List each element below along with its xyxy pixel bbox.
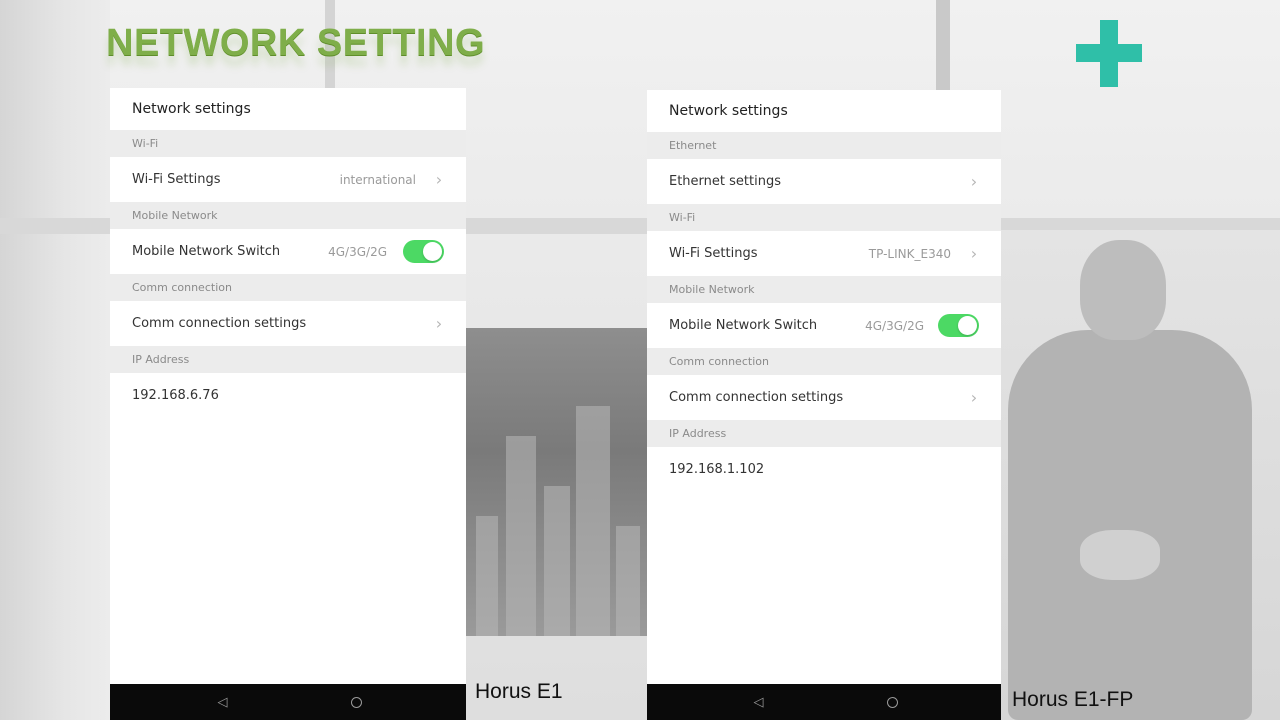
- phone-screen-horus-e1-fp: Network settings Ethernet Ethernet setti…: [647, 90, 1001, 720]
- chevron-right-icon: ›: [435, 314, 443, 333]
- section-header-wifi: Wi-Fi: [110, 130, 466, 157]
- toggle-knob: [958, 316, 977, 335]
- screen-title: Network settings: [132, 101, 251, 117]
- background-businessman-hands: [1080, 530, 1160, 580]
- wifi-settings-label: Wi-Fi Settings: [669, 246, 758, 261]
- wifi-settings-value: TP-LINK_E340: [868, 246, 951, 261]
- background-businessman-figure: [1008, 330, 1252, 720]
- background-businessman-head: [1080, 240, 1166, 340]
- android-nav-bar: ◁: [647, 684, 1001, 720]
- section-header-mobile-network: Mobile Network: [110, 202, 466, 229]
- plus-logo-icon: [1076, 20, 1142, 87]
- mobile-network-toggle[interactable]: [403, 240, 444, 263]
- mobile-network-switch-label: Mobile Network Switch: [132, 244, 281, 259]
- mobile-network-mode-value: 4G/3G/2G: [865, 318, 924, 333]
- mobile-network-mode-value: 4G/3G/2G: [328, 244, 387, 259]
- page-title: NETWORK SETTING: [106, 22, 486, 64]
- mobile-network-switch-row: Mobile Network Switch 4G/3G/2G: [110, 229, 466, 274]
- phone-screen-horus-e1: Network settings Wi-Fi Wi-Fi Settings in…: [110, 88, 466, 720]
- mobile-network-switch-label: Mobile Network Switch: [669, 318, 818, 333]
- ethernet-settings-row[interactable]: Ethernet settings ›: [647, 159, 1001, 204]
- mobile-network-switch-row: Mobile Network Switch 4G/3G/2G: [647, 303, 1001, 348]
- chevron-right-icon: ›: [970, 244, 978, 263]
- comm-connection-settings-row[interactable]: Comm connection settings ›: [647, 375, 1001, 420]
- chevron-right-icon: ›: [970, 172, 978, 191]
- ip-address-value: 192.168.1.102: [669, 462, 765, 477]
- comm-connection-settings-row[interactable]: Comm connection settings ›: [110, 301, 466, 346]
- ethernet-settings-label: Ethernet settings: [669, 174, 781, 189]
- comm-connection-settings-label: Comm connection settings: [132, 316, 307, 331]
- back-icon[interactable]: ◁: [751, 695, 767, 710]
- device-caption-horus-e1: Horus E1: [475, 680, 563, 703]
- section-header-wifi: Wi-Fi: [647, 204, 1001, 231]
- background-pillar: [936, 0, 950, 90]
- wifi-settings-row[interactable]: Wi-Fi Settings TP-LINK_E340 ›: [647, 231, 1001, 276]
- chevron-right-icon: ›: [970, 388, 978, 407]
- home-icon[interactable]: [350, 696, 362, 708]
- wifi-settings-row[interactable]: Wi-Fi Settings international ›: [110, 157, 466, 202]
- back-icon[interactable]: ◁: [215, 695, 231, 710]
- section-header-comm-connection: Comm connection: [647, 348, 1001, 375]
- chevron-right-icon: ›: [435, 170, 443, 189]
- ip-address-value: 192.168.6.76: [132, 388, 219, 403]
- wifi-settings-value: international: [339, 172, 416, 187]
- section-header-mobile-network: Mobile Network: [647, 276, 1001, 303]
- section-header-comm-connection: Comm connection: [110, 274, 466, 301]
- toggle-knob: [423, 242, 442, 261]
- section-header-ip-address: IP Address: [110, 346, 466, 373]
- comm-connection-settings-label: Comm connection settings: [669, 390, 844, 405]
- section-header-ip-address: IP Address: [647, 420, 1001, 447]
- android-nav-bar: ◁: [110, 684, 466, 720]
- screen-title: Network settings: [669, 103, 788, 119]
- device-caption-horus-e1-fp: Horus E1-FP: [1012, 688, 1134, 711]
- section-header-ethernet: Ethernet: [647, 132, 1001, 159]
- wifi-settings-label: Wi-Fi Settings: [132, 172, 221, 187]
- background-city-image: [466, 328, 647, 636]
- mobile-network-toggle[interactable]: [938, 314, 979, 337]
- background-left: [0, 0, 110, 720]
- home-icon[interactable]: [886, 696, 898, 708]
